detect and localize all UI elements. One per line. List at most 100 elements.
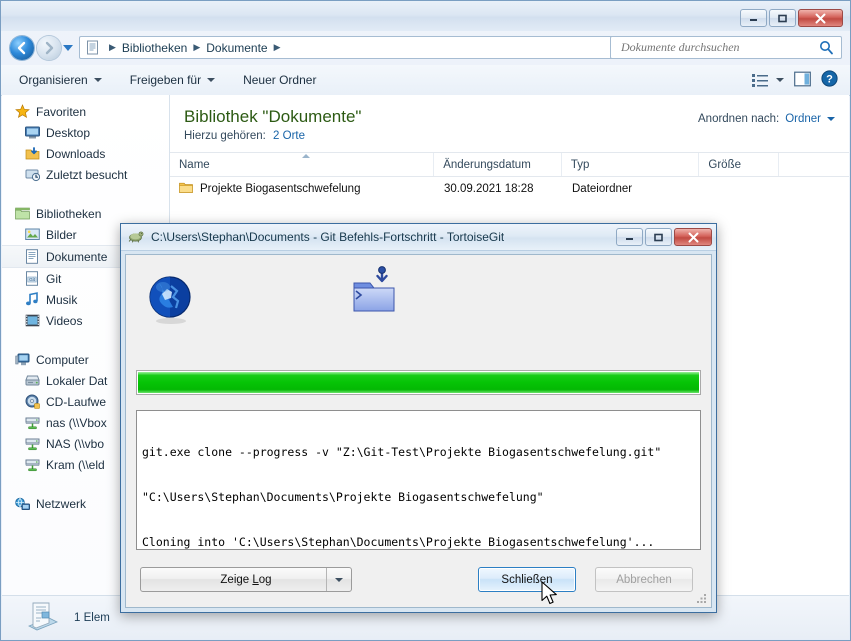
maximize-icon [654,233,663,241]
column-label: Name [179,158,210,171]
dialog-titlebar[interactable]: C:\Users\Stephan\Documents - Git Befehls… [121,224,716,251]
dialog-minimize-button[interactable] [616,228,643,246]
dialog-button-row: Zeige Log Schließen Abbrechen [126,563,711,603]
column-label: Typ [570,158,590,171]
sidebar-item-downloads[interactable]: Downloads [2,143,169,164]
svg-text:Git: Git [29,277,36,282]
minimize-icon [750,18,757,21]
dialog-close-button[interactable] [674,228,712,246]
explorer-window-controls [740,9,843,27]
videos-icon [24,313,40,329]
resize-grip[interactable] [696,593,708,605]
nav-group-favoriten: Favoriten Desktop Downloads Zuletzt besu… [2,101,169,185]
minimize-button[interactable] [740,9,767,27]
sidebar-label: Downloads [46,146,106,161]
explorer-titlebar[interactable] [1,1,850,31]
chevron-down-icon [207,78,216,82]
new-folder-button[interactable]: Neuer Ordner [233,69,326,91]
sidebar-item-favoriten[interactable]: Favoriten [2,101,169,122]
dialog-window-controls [616,228,712,246]
networkdrive-icon [24,436,40,452]
minimize-icon [626,237,633,240]
tortoisegit-icon [128,228,144,246]
maximize-button[interactable] [769,9,796,27]
show-log-button[interactable]: Zeige Log [140,567,352,592]
dialog-maximize-button[interactable] [645,228,672,246]
search-icon [820,41,833,55]
column-headers: Name Änderungsdatum Typ Größe [170,152,849,177]
column-header-type[interactable]: Typ [562,153,700,176]
breadcrumb-dokumente[interactable]: Dokumente [205,41,268,55]
close-icon [815,13,826,23]
organize-label: Organisieren [19,73,88,87]
sidebar-label: Computer [36,352,89,367]
back-button[interactable] [10,36,34,60]
libraries-icon [14,206,30,222]
breadcrumb-bibliotheken[interactable]: Bibliotheken [121,41,188,55]
cancel-button: Abbrechen [595,567,693,592]
arrange-label: Anordnen nach: [698,113,780,125]
table-row[interactable]: Projekte Biogasentschwefelung 30.09.2021… [170,176,849,202]
console-line: git.exe clone --progress -v "Z:\Git-Test… [142,445,662,459]
arrange-value[interactable]: Ordner [785,113,821,125]
show-log-label: Zeige Log [220,573,272,586]
chevron-down-icon[interactable] [827,117,835,121]
forward-button[interactable] [37,36,61,60]
toolbar-right-group: ? [752,70,850,90]
document-stack-icon [24,599,62,636]
dialog-title: C:\Users\Stephan\Documents - Git Befehls… [151,230,505,244]
command-output-console[interactable]: git.exe clone --progress -v "Z:\Git-Test… [136,410,701,550]
back-arrow-icon [17,41,26,55]
column-header-modified[interactable]: Änderungsdatum [434,153,562,176]
arrange-by-control: Anordnen nach: Ordner [698,113,835,125]
show-log-dropdown[interactable] [326,568,351,591]
chevron-down-icon [776,78,784,82]
sidebar-label: Bibliotheken [36,206,102,221]
file-modified-cell: 30.09.2021 18:28 [444,183,534,195]
folder-icon [179,181,193,197]
close-button[interactable] [798,9,843,27]
sidebar-label: Dokumente [46,249,108,264]
column-header-extra[interactable] [779,153,849,176]
dialog-body: git.exe clone --progress -v "Z:\Git-Test… [125,254,712,608]
sidebar-item-desktop[interactable]: Desktop [2,122,169,143]
console-line: Cloning into 'C:\Users\Stephan\Documents… [142,535,655,549]
networkdrive-icon [24,415,40,431]
column-label: Größe [708,158,741,171]
library-subtitle-label: Hierzu gehören: [184,130,266,142]
downloads-icon [24,146,40,162]
sidebar-label: Kram (\\eld [46,457,105,472]
music-icon [24,292,40,308]
recent-icon [24,167,40,183]
explorer-toolbar: Organisieren Freigeben für Neuer Ordner [1,65,850,96]
file-type-cell: Dateiordner [572,183,633,195]
search-input[interactable] [619,39,819,56]
library-locations-link[interactable]: 2 Orte [273,130,305,142]
harddisk-icon [24,373,40,389]
organize-menu[interactable]: Organisieren [9,69,112,91]
cddrive-icon [24,394,40,410]
sidebar-item-bibliotheken[interactable]: Bibliotheken [2,203,169,224]
file-name-cell[interactable]: Projekte Biogasentschwefelung [170,176,435,202]
computer-icon [14,352,30,368]
preview-pane-button[interactable] [794,71,811,90]
networkdrive-icon [24,457,40,473]
preview-pane-icon [794,71,811,86]
column-header-size[interactable]: Größe [699,153,780,176]
chevron-down-icon [93,78,102,82]
view-mode-button[interactable] [752,73,784,88]
maximize-icon [778,14,787,22]
help-button[interactable]: ? [821,70,838,90]
column-header-name[interactable]: Name [170,153,435,176]
close-dialog-button[interactable]: Schließen [478,567,576,592]
git-icon: Git [24,271,40,287]
sidebar-item-zuletzt-besucht[interactable]: Zuletzt besucht [2,164,169,185]
search-box[interactable] [610,36,842,59]
view-list-icon [752,73,768,87]
sidebar-label: nas (\\Vbox [46,415,107,430]
share-menu[interactable]: Freigeben für [120,69,225,91]
recent-pages-dropdown[interactable] [63,44,73,52]
tortoisegit-progress-dialog[interactable]: C:\Users\Stephan\Documents - Git Befehls… [120,223,717,613]
breadcrumb-sep: ▶ [273,42,281,52]
library-icon [85,40,100,55]
